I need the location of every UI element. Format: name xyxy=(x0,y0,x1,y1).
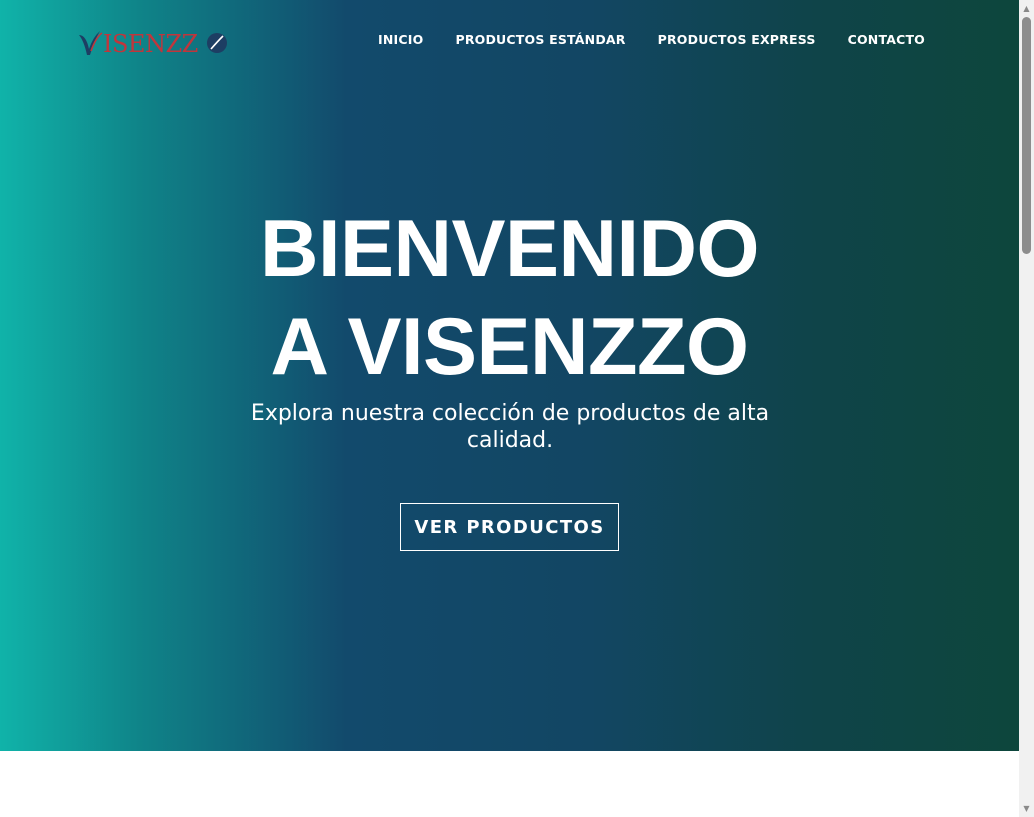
triangle-down-icon[interactable]: ▼ xyxy=(1019,801,1034,816)
hero-subtitle: Explora nuestra colección de productos d… xyxy=(250,401,770,453)
scrollbar-thumb[interactable] xyxy=(1022,17,1031,254)
visenzzo-logo: ISENZZ xyxy=(79,30,227,58)
hero-section: ISENZZ INICIO PRODUCTOS ESTÁNDAR PRODUCT… xyxy=(0,0,1019,751)
hero-title-line2: A VISENZZO xyxy=(270,302,749,392)
hero-title-line1: BIENVENIDO xyxy=(259,204,760,294)
triangle-up-icon[interactable]: ▲ xyxy=(1019,1,1034,16)
main-nav: INICIO PRODUCTOS ESTÁNDAR PRODUCTOS EXPR… xyxy=(378,31,925,49)
logo-text: ISENZZ xyxy=(103,30,198,58)
nav-productos-estandar[interactable]: PRODUCTOS ESTÁNDAR xyxy=(455,31,625,49)
hero-title: BIENVENIDO A VISENZZO xyxy=(0,200,1019,396)
ver-productos-button[interactable]: VER PRODUCTOS xyxy=(400,503,619,551)
logo[interactable]: ISENZZ xyxy=(78,27,230,59)
nav-contacto[interactable]: CONTACTO xyxy=(848,31,925,49)
nav-inicio[interactable]: INICIO xyxy=(378,31,423,49)
vertical-scrollbar[interactable]: ▲ ▼ xyxy=(1019,0,1034,817)
nav-productos-express[interactable]: PRODUCTOS EXPRESS xyxy=(658,31,816,49)
